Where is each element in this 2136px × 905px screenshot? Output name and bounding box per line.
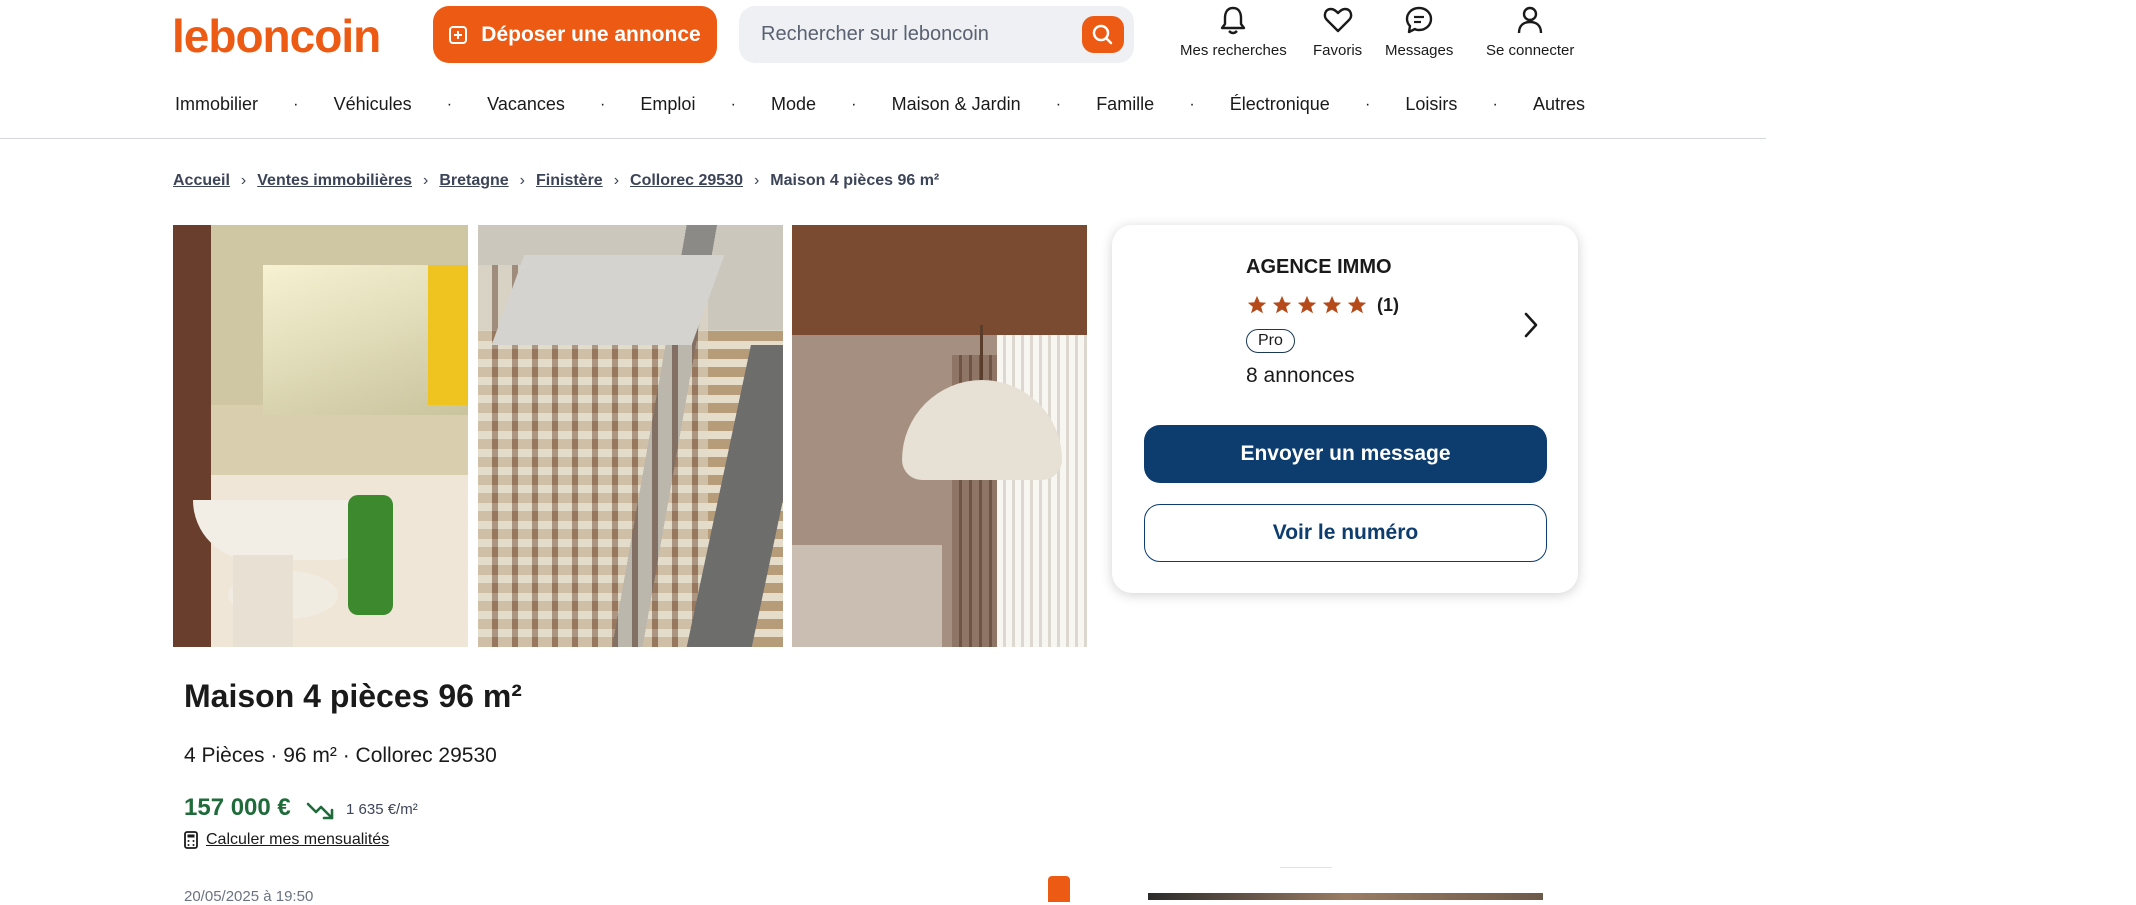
photo-detail (980, 325, 983, 385)
search-button[interactable] (1082, 16, 1124, 53)
ad-banner[interactable] (1148, 893, 1543, 900)
star-icon (1322, 295, 1342, 314)
search-bar (739, 6, 1134, 63)
trend-down-icon (306, 798, 336, 827)
plus-square-icon (449, 25, 468, 44)
nav-saved-searches-label: Mes recherches (1180, 42, 1287, 59)
breadcrumb-home[interactable]: Accueil (173, 172, 230, 190)
star-icon (1347, 295, 1367, 314)
seller-name[interactable]: AGENCE IMMO (1246, 256, 1392, 279)
breadcrumb-finistere[interactable]: Finistère (536, 172, 603, 190)
photo-detail (491, 255, 725, 345)
category-separator: · (1189, 95, 1195, 113)
chevron-right-icon: › (422, 172, 429, 189)
chevron-right-icon: › (519, 172, 525, 189)
nav-saved-searches[interactable]: Mes recherches (1180, 4, 1287, 59)
send-message-button[interactable]: Envoyer un message (1144, 425, 1547, 483)
listing-price: 157 000 € (184, 794, 291, 821)
calc-monthly-link[interactable]: Calculer mes mensualités (184, 831, 389, 849)
calculator-icon (184, 831, 198, 849)
gallery-photo-bathroom[interactable] (173, 225, 468, 647)
category-separator: · (446, 95, 453, 113)
photo-detail (792, 545, 942, 647)
bell-icon (1221, 6, 1246, 35)
category-vacances[interactable]: Vacances (487, 94, 565, 115)
category-electronique[interactable]: Électronique (1230, 94, 1330, 115)
category-loisirs[interactable]: Loisirs (1405, 94, 1457, 115)
breadcrumb: Accueil › Ventes immobilières › Bretagne… (173, 172, 939, 190)
category-separator: · (1055, 95, 1062, 113)
nav-messages-label: Messages (1385, 42, 1454, 59)
leboncoin-logo[interactable]: leboncoin (172, 10, 381, 62)
post-ad-label: Déposer une annonce (481, 22, 701, 46)
bookmark-icon[interactable] (1048, 876, 1070, 902)
divider (1280, 867, 1332, 868)
category-maison-jardin[interactable]: Maison & Jardin (892, 94, 1021, 115)
photo-detail (233, 555, 293, 647)
breadcrumb-current: Maison 4 pièces 96 m² (770, 172, 940, 189)
chat-icon (1405, 6, 1433, 34)
category-famille[interactable]: Famille (1096, 94, 1154, 115)
nav-favorites[interactable]: Favoris (1313, 4, 1362, 59)
gallery-photo-lamp[interactable] (792, 225, 1087, 647)
chevron-right-icon (1524, 312, 1538, 338)
breadcrumb-bretagne[interactable]: Bretagne (439, 172, 508, 190)
listing-subtitle: 4 Pièces · 96 m² · Collorec 29530 (184, 744, 497, 767)
show-phone-button[interactable]: Voir le numéro (1144, 504, 1547, 562)
price-per-m2: 1 635 €/m² (346, 801, 418, 818)
category-separator: · (1364, 95, 1371, 113)
chevron-right-icon: › (753, 172, 760, 189)
category-emploi[interactable]: Emploi (640, 94, 695, 115)
nav-favorites-label: Favoris (1313, 42, 1363, 59)
category-vehicules[interactable]: Véhicules (334, 94, 412, 115)
search-icon (1092, 24, 1113, 45)
gallery-photo-building[interactable] (478, 225, 783, 647)
header-divider (0, 138, 1766, 139)
breadcrumb-ventes-immobilieres[interactable]: Ventes immobilières (257, 172, 412, 190)
user-icon (1517, 6, 1543, 34)
post-ad-button[interactable]: Déposer une annonce (433, 6, 717, 63)
category-separator: · (1492, 95, 1498, 113)
star-icon (1297, 295, 1317, 314)
photo-detail (428, 265, 468, 405)
category-mode[interactable]: Mode (771, 94, 816, 115)
heart-icon (1323, 7, 1352, 33)
star-icon (1272, 295, 1292, 314)
chevron-right-icon: › (240, 172, 247, 189)
seller-profile-link[interactable] (1520, 310, 1542, 345)
category-separator: · (851, 95, 857, 113)
seller-rating: (1) (1246, 294, 1399, 316)
photo-detail (348, 495, 393, 615)
category-separator: · (599, 95, 606, 113)
photo-detail (997, 335, 1087, 647)
chevron-right-icon: › (613, 172, 620, 189)
category-autres[interactable]: Autres (1533, 94, 1585, 115)
trend-down-icon-svg (306, 802, 334, 820)
listing-title: Maison 4 pièces 96 m² (184, 678, 522, 714)
star-icon (1247, 295, 1267, 314)
category-nav: Immobilier · Véhicules · Vacances · Empl… (175, 94, 1585, 115)
nav-messages[interactable]: Messages (1385, 4, 1453, 59)
category-immobilier[interactable]: Immobilier (175, 94, 258, 115)
nav-login[interactable]: Se connecter (1486, 4, 1574, 59)
category-separator: · (730, 95, 736, 113)
category-separator: · (293, 95, 299, 113)
calc-monthly-label: Calculer mes mensualités (206, 831, 390, 848)
pro-badge: Pro (1246, 329, 1295, 353)
seller-listings-count: 8 annonces (1246, 364, 1355, 387)
rating-count: (1) (1377, 294, 1399, 315)
breadcrumb-collorec[interactable]: Collorec 29530 (630, 172, 743, 190)
listing-date: 20/05/2025 à 19:50 (184, 888, 314, 905)
search-input[interactable] (759, 22, 1073, 47)
nav-login-label: Se connecter (1486, 42, 1575, 59)
